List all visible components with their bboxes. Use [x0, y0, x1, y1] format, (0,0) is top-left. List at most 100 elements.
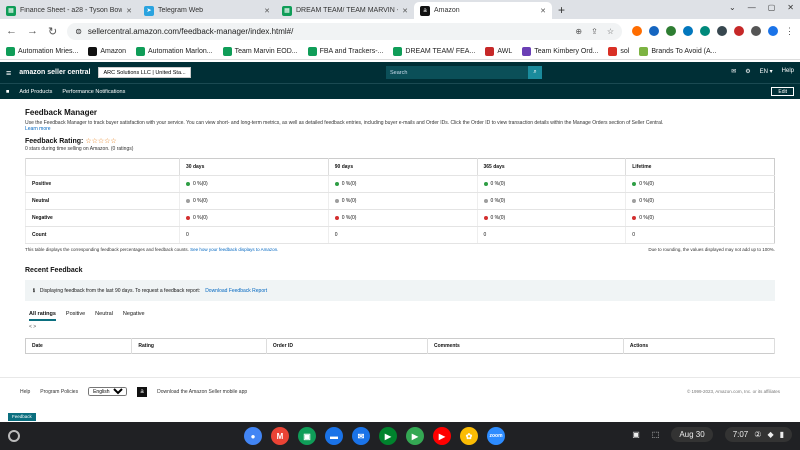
- bookmark-item[interactable]: Automation Marlon...: [136, 46, 213, 56]
- search-icon[interactable]: ⌕: [528, 66, 542, 79]
- table-cell: 0 %(0): [179, 209, 329, 227]
- bookmark-item[interactable]: sol: [608, 46, 629, 56]
- telegram-icon: ➤: [144, 5, 154, 16]
- status-dot-icon: [334, 181, 339, 186]
- chrome-icon[interactable]: ●: [244, 427, 262, 445]
- status-dot-icon: [632, 198, 637, 203]
- extension-icon[interactable]: [683, 26, 693, 36]
- search-input[interactable]: Search: [390, 70, 407, 76]
- bookmark-favicon-icon: [88, 46, 98, 56]
- close-icon[interactable]: ✕: [264, 7, 270, 15]
- puzzle-icon[interactable]: [751, 26, 761, 36]
- bookmark-item[interactable]: DREAM TEAM/ FEA...: [393, 46, 475, 56]
- youtube-icon[interactable]: ▶: [433, 427, 451, 445]
- settings-gear-icon[interactable]: ⚙: [745, 68, 750, 75]
- bookmark-favicon-icon: [136, 46, 145, 56]
- zoom-icon[interactable]: ⊕: [575, 27, 582, 36]
- screenshot-icon[interactable]: ⬚: [652, 430, 660, 439]
- filter-tab[interactable]: Neutral: [95, 311, 113, 321]
- close-icon[interactable]: ✕: [540, 7, 546, 15]
- launcher-icon[interactable]: [8, 430, 20, 442]
- help-link[interactable]: Help: [782, 68, 794, 75]
- tab-title: DREAM TEAM/ TEAM MARVIN -: [296, 7, 399, 14]
- play-store-icon[interactable]: ▶: [406, 427, 424, 445]
- tote-icon[interactable]: ▣: [632, 430, 640, 439]
- url-text[interactable]: sellercentral.amazon.com/feedback-manage…: [88, 27, 293, 36]
- extension-icon[interactable]: [717, 26, 727, 36]
- messages-icon[interactable]: ✉: [352, 427, 370, 445]
- extension-icon[interactable]: [632, 26, 642, 36]
- extension-icon[interactable]: [734, 26, 744, 36]
- clock-pill[interactable]: 7:07 ② ◆ ▮: [724, 427, 792, 442]
- back-arrow-icon[interactable]: ←: [6, 25, 17, 37]
- language-selector[interactable]: EN ▾: [760, 68, 773, 75]
- browser-tab[interactable]: ➤ Telegram Web ✕: [138, 2, 276, 19]
- edit-button[interactable]: Edit: [771, 87, 794, 96]
- mail-icon[interactable]: ✉: [731, 68, 736, 75]
- bookmark-item[interactable]: AWL: [485, 46, 512, 56]
- bookmark-item[interactable]: Team Marvin EOD...: [222, 46, 298, 56]
- search-bar[interactable]: Search ⌕: [386, 66, 542, 79]
- reload-icon[interactable]: ↻: [48, 25, 57, 38]
- language-select[interactable]: English: [88, 387, 128, 396]
- footer-help-link[interactable]: Help: [20, 389, 30, 395]
- bookmark-item[interactable]: FBA and Trackers-...: [307, 46, 383, 56]
- subnav-performance-notifications[interactable]: Performance Notifications: [62, 89, 125, 95]
- account-switcher[interactable]: ARC Solutions LLC | United Sta...: [98, 67, 191, 78]
- extension-icon[interactable]: [649, 26, 659, 36]
- app-shelf: ● M ▣ ▬ ✉ ▶ ▶ ▶ ✿ zoom: [244, 427, 505, 445]
- profile-avatar-icon[interactable]: [768, 26, 778, 36]
- footer-policies-link[interactable]: Program Policies: [40, 389, 78, 395]
- share-icon[interactable]: ⇪: [591, 27, 598, 36]
- pager-arrows[interactable]: < >: [25, 324, 775, 330]
- files-icon[interactable]: ▬: [325, 427, 343, 445]
- filter-tab[interactable]: Negative: [123, 311, 145, 321]
- minimize-icon[interactable]: —: [748, 3, 756, 12]
- close-icon[interactable]: ✕: [126, 7, 132, 15]
- window-controls: ⌄ — ▢ ✕: [729, 3, 794, 12]
- browser-tab[interactable]: a Amazon ✕: [414, 2, 552, 19]
- menu-kebab-icon[interactable]: ⋮: [785, 26, 794, 37]
- close-window-icon[interactable]: ✕: [787, 3, 794, 12]
- zoom-icon[interactable]: zoom: [487, 427, 505, 445]
- feedback-summary-table: 30 days 90 days 365 days Lifetime Positive 0…: [25, 158, 775, 244]
- subnav-add-products[interactable]: Add Products: [19, 89, 52, 95]
- bookmark-favicon-icon: [608, 46, 618, 56]
- bookmark-pin-icon: ■: [6, 88, 10, 95]
- browser-tab[interactable]: ▦ Finance Sheet - a28 - Tyson Bow ✕: [0, 2, 138, 19]
- chevron-down-icon[interactable]: ⌄: [729, 3, 736, 12]
- forward-arrow-icon[interactable]: →: [27, 25, 38, 37]
- table-cell: 0: [476, 226, 626, 244]
- seller-central-logo[interactable]: amazon seller central: [19, 69, 90, 76]
- amazon-app-icon: a: [137, 386, 148, 397]
- feedback-tab-button[interactable]: Feedback: [8, 413, 36, 421]
- meet-icon[interactable]: ▶: [379, 427, 397, 445]
- extension-icon[interactable]: [666, 26, 676, 36]
- learn-more-link[interactable]: Learn more: [25, 126, 51, 132]
- bookmark-item[interactable]: Amazon: [88, 46, 126, 56]
- filter-tab[interactable]: All ratings: [29, 311, 56, 321]
- filter-tab[interactable]: Positive: [66, 311, 85, 321]
- extension-icon[interactable]: [700, 26, 710, 36]
- hamburger-menu-icon[interactable]: ≡: [6, 68, 11, 78]
- new-tab-button[interactable]: +: [558, 2, 565, 19]
- maximize-icon[interactable]: ▢: [768, 3, 776, 12]
- browser-tab[interactable]: ▦ DREAM TEAM/ TEAM MARVIN - ✕: [276, 2, 414, 19]
- download-report-link[interactable]: Download Feedback Report: [205, 288, 267, 294]
- classroom-icon[interactable]: ▣: [298, 427, 316, 445]
- close-icon[interactable]: ✕: [402, 7, 408, 15]
- omnibox[interactable]: ⊜ sellercentral.amazon.com/feedback-mana…: [67, 22, 622, 40]
- bookmark-item[interactable]: Brands To Avoid (A...: [639, 46, 717, 56]
- bookmark-item[interactable]: Automation Mries...: [6, 46, 79, 56]
- bookmark-star-icon[interactable]: ☆: [607, 27, 614, 36]
- bookmark-item[interactable]: Team Kimbery Ord...: [522, 46, 598, 56]
- rating-label: Feedback Rating:: [25, 138, 84, 145]
- gmail-icon[interactable]: M: [271, 427, 289, 445]
- photos-icon[interactable]: ✿: [460, 427, 478, 445]
- site-info-icon[interactable]: ⊜: [75, 27, 82, 36]
- mobile-app-link[interactable]: Download the Amazon Seller mobile app: [157, 389, 247, 395]
- date-pill[interactable]: Aug 30: [671, 427, 713, 442]
- clock-text: 7:07: [732, 430, 749, 439]
- feedback-display-link[interactable]: See how your feedback displays to Amazon…: [190, 247, 278, 252]
- bookmark-label: Automation Mries...: [18, 47, 79, 55]
